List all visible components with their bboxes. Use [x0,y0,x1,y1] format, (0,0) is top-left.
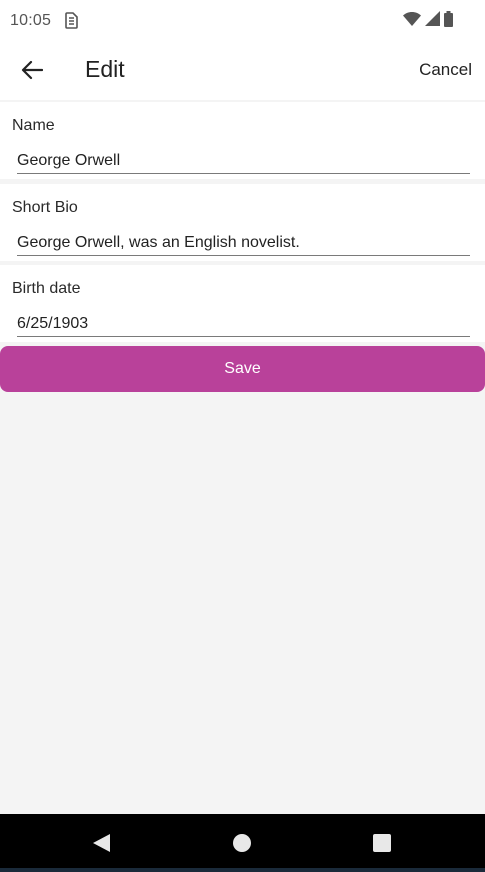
name-input[interactable] [17,148,470,174]
nav-recents-icon[interactable] [371,832,395,854]
short-bio-input[interactable] [17,230,470,256]
short-bio-field-card: Short Bio [0,184,485,261]
back-button[interactable] [14,54,50,90]
app-bar: Edit Cancel [0,42,485,100]
nav-home-icon[interactable] [231,832,255,854]
signal-icon [425,11,440,31]
navigation-bar [0,814,485,872]
status-bar: 10:05 [0,0,485,42]
page-title: Edit [85,56,125,82]
battery-icon [444,10,453,32]
birth-date-field-card: Birth date [0,265,485,342]
save-button[interactable]: Save [0,346,485,392]
name-label: Name [12,117,55,134]
sim-icon [64,12,78,29]
birth-date-input[interactable] [17,311,470,337]
nav-back-icon[interactable] [90,832,114,854]
wifi-icon [403,11,421,31]
status-icons [403,10,453,32]
edit-screen: 10:05 Edit Cancel Name George Orwell Sho… [0,0,485,872]
nav-bottom-strip [0,868,485,872]
status-time: 10:05 [10,12,52,29]
birth-date-label: Birth date [12,280,81,297]
cancel-button[interactable]: Cancel [419,60,472,80]
arrow-back-icon [21,60,44,85]
short-bio-label: Short Bio [12,199,78,216]
name-field-card: Name [0,102,485,179]
